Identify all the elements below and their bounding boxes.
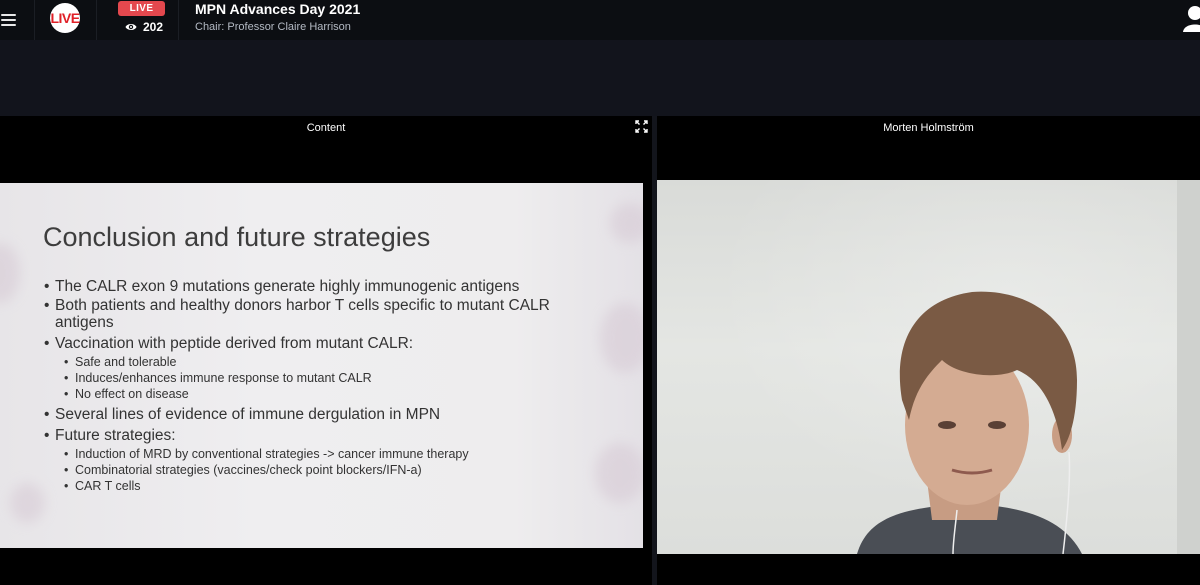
slide-bullet: Vaccination with peptide derived from mu… [44, 335, 634, 352]
video-bottom-strip [657, 554, 1200, 585]
slide-bullet: The CALR exon 9 mutations generate highl… [44, 278, 634, 295]
logo-text: LIVE [50, 10, 80, 26]
event-title: MPN Advances Day 2021 [195, 1, 361, 17]
slide-title: Conclusion and future strategies [43, 222, 431, 252]
slide-background-pattern [10, 483, 45, 523]
speaker-name-label: Morten Holmström [883, 122, 974, 134]
speaker-figure [857, 180, 1200, 554]
event-subtitle: Chair: Professor Claire Harrison [195, 21, 351, 33]
slide-background-pattern [610, 203, 643, 243]
viewer-count: 202 [125, 19, 163, 35]
slide-sub-bullet: CAR T cells [44, 478, 634, 494]
expand-icon[interactable] [635, 120, 648, 133]
divider [34, 0, 35, 40]
wall-edge [1177, 180, 1200, 554]
top-bar: LIVE LIVE 202 MPN Advances Day 2021 Chai… [0, 0, 1200, 40]
slide-bullet: Several lines of evidence of immune derg… [44, 406, 634, 423]
slide-sub-bullet: Safe and tolerable [44, 354, 634, 370]
slide-sub-bullet: Induces/enhances immune response to muta… [44, 370, 634, 386]
slide-sub-bullet: Combinatorial strategies (vaccines/check… [44, 462, 634, 478]
content-panel-label: Content [306, 122, 346, 134]
speaker-eye [938, 421, 956, 429]
speaker-video [657, 180, 1200, 554]
speaker-eye [988, 421, 1006, 429]
viewer-count-value: 202 [143, 20, 164, 34]
slide-bullet: Both patients and healthy donors harbor … [44, 297, 584, 331]
stage-header-area [0, 40, 1200, 116]
eye-icon [125, 24, 137, 30]
presentation-slide: Conclusion and future strategies The CAL… [0, 183, 643, 548]
user-icon[interactable] [1183, 4, 1200, 32]
live-badge: LIVE [118, 1, 165, 16]
live-logo: LIVE [50, 3, 80, 33]
hamburger-menu-icon[interactable] [0, 8, 18, 30]
slide-sub-bullet: No effect on disease [44, 386, 634, 402]
divider [96, 0, 97, 40]
divider [178, 0, 179, 40]
slide-bullet-list: The CALR exon 9 mutations generate highl… [44, 278, 634, 494]
slide-background-pattern [0, 243, 20, 303]
slide-bullet: Future strategies: [44, 427, 634, 444]
slide-sub-bullet: Induction of MRD by conventional strateg… [44, 446, 634, 462]
